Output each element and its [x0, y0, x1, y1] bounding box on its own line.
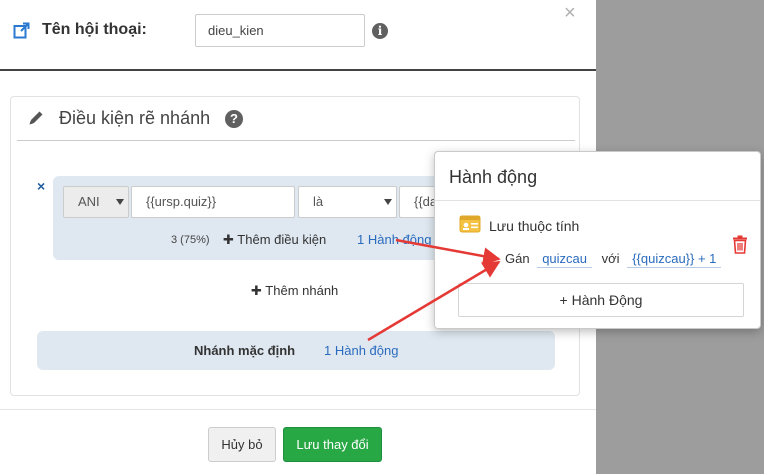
- value-token[interactable]: {{quizcau}} + 1: [627, 251, 722, 268]
- save-button[interactable]: Lưu thay đổi: [283, 427, 382, 462]
- info-icon[interactable]: i: [372, 23, 388, 39]
- condition-branch: ANI {{ursp.quiz}} là {{da 3 (75%) ✚ Thêm…: [53, 176, 459, 260]
- chevron-down-icon: [116, 199, 124, 205]
- action-name: Lưu thuộc tính: [489, 218, 580, 234]
- match-count-badge: 3 (75%): [171, 234, 210, 246]
- plus-icon: ✚: [223, 232, 234, 247]
- add-branch-label: Thêm nhánh: [265, 283, 339, 298]
- pencil-icon: [29, 111, 43, 125]
- conversation-name-input[interactable]: [195, 14, 365, 47]
- default-branch-action-link[interactable]: 1 Hành động: [324, 343, 398, 358]
- assign-row: Gán quizcau với {{quizcau}} + 1: [505, 251, 722, 268]
- default-branch: Nhánh mặc định 1 Hành động: [37, 331, 555, 370]
- with-label: với: [601, 251, 620, 266]
- logic-operator-value: ANI: [78, 194, 100, 209]
- panel-divider: [17, 140, 575, 141]
- comparison-operator-value: là: [313, 194, 324, 209]
- popover-divider: [435, 200, 760, 201]
- footer-divider: [0, 409, 596, 410]
- add-condition-label: Thêm điều kiện: [237, 232, 327, 247]
- popover-title: Hành động: [449, 167, 538, 187]
- trash-icon[interactable]: [732, 235, 748, 254]
- chevron-down-icon: [384, 199, 392, 205]
- default-branch-label: Nhánh mặc định: [194, 343, 296, 358]
- add-condition-button[interactable]: ✚ Thêm điều kiện: [223, 232, 326, 248]
- conversation-name-label: Tên hội thoại:: [42, 21, 147, 38]
- comparison-operator-select[interactable]: là: [298, 186, 397, 218]
- condition-field-input[interactable]: {{ursp.quiz}}: [131, 186, 295, 218]
- condition-field-value: {{ursp.quiz}}: [146, 194, 217, 209]
- remove-branch-icon[interactable]: ×: [37, 178, 45, 194]
- plus-icon: ✚: [251, 283, 262, 298]
- external-link-icon: [13, 22, 30, 39]
- help-icon[interactable]: ?: [225, 110, 243, 128]
- add-action-button[interactable]: + Hành Động: [458, 283, 744, 317]
- id-card-icon: [459, 215, 481, 233]
- attribute-token[interactable]: quizcau: [537, 251, 593, 268]
- panel-title: Điều kiện rẽ nhánh: [59, 108, 211, 128]
- assign-label: Gán: [505, 251, 530, 266]
- header-divider: [0, 69, 596, 71]
- cancel-button[interactable]: Hủy bỏ: [208, 427, 276, 462]
- action-popover: Hành động Lưu thuộc tính Gán quizcau với…: [434, 151, 761, 329]
- close-icon[interactable]: ×: [564, 2, 576, 24]
- logic-operator-select[interactable]: ANI: [63, 186, 129, 218]
- add-branch-button[interactable]: ✚ Thêm nhánh: [251, 283, 338, 299]
- branch-action-link[interactable]: 1 Hành động: [357, 232, 431, 247]
